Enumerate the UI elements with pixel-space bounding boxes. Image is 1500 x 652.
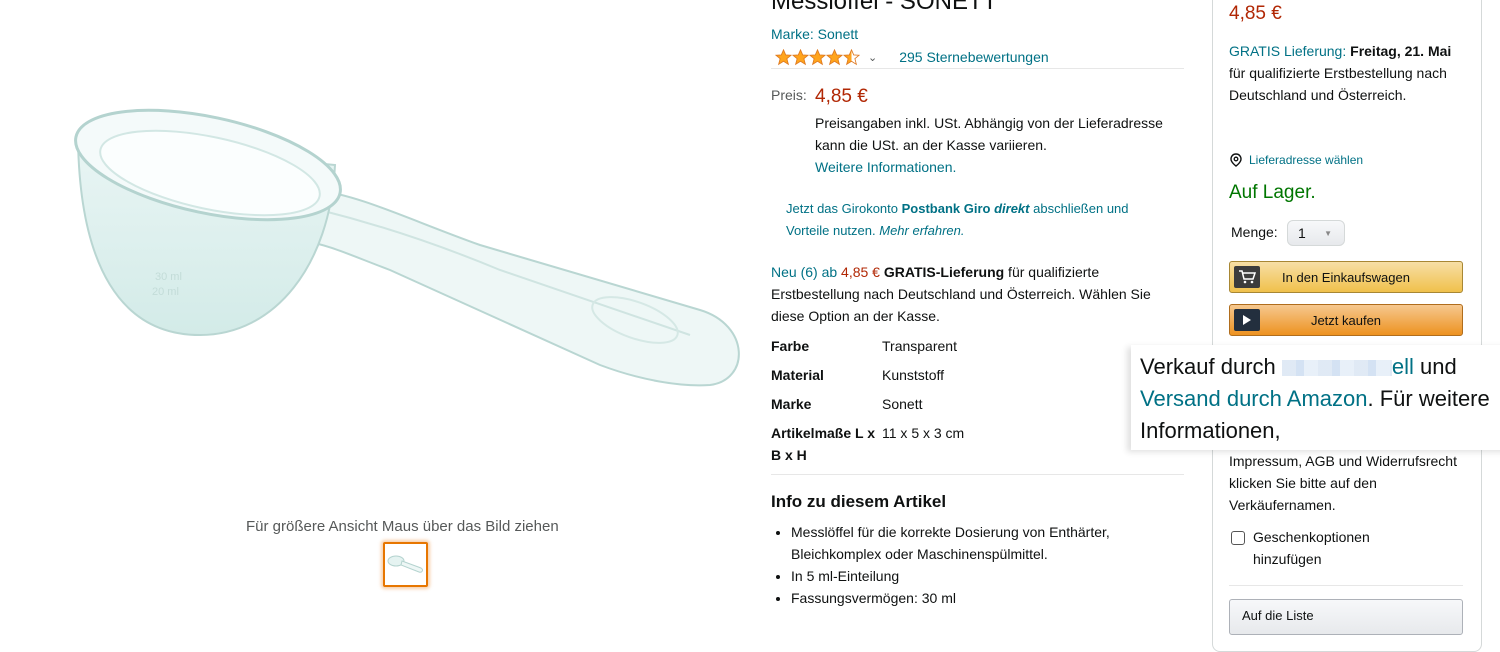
star-full-icon xyxy=(809,48,826,65)
table-row: Marke Sonett xyxy=(771,393,964,422)
attr-value: Transparent xyxy=(882,338,957,354)
brand-link[interactable]: Marke: Sonett xyxy=(771,26,858,42)
fulfilled-by-amazon-link[interactable]: Versand durch Amazon xyxy=(1140,386,1367,411)
tooltip-text: Verkauf durch xyxy=(1140,354,1282,379)
attr-value: Sonett xyxy=(882,396,923,412)
gift-option[interactable]: Geschenkoptionen hinzufügen xyxy=(1231,526,1413,570)
quantity-select[interactable]: 1 ▼ xyxy=(1287,220,1345,246)
promo-bold: Postbank Giro xyxy=(901,201,995,216)
price: 4,85 € xyxy=(815,86,868,107)
attr-value: Kunststoff xyxy=(882,367,945,383)
cart-icon xyxy=(1234,266,1260,288)
divider xyxy=(771,68,1184,69)
price-note: Preisangaben inkl. USt. Abhängig von der… xyxy=(815,112,1185,178)
price-label: Preis: xyxy=(771,87,807,103)
delivery-date: Freitag, 21. Mai xyxy=(1346,43,1452,59)
promo-link[interactable]: Mehr erfahren. xyxy=(879,223,964,238)
more-info-link[interactable]: Weitere Informationen. xyxy=(815,159,956,175)
list-item: In 5 ml-Einteilung xyxy=(791,565,1196,587)
postbank-promo: Jetzt das Girokonto Postbank Giro direkt… xyxy=(786,198,1171,242)
svg-text:30 ml: 30 ml xyxy=(155,271,182,283)
star-half-icon xyxy=(843,48,860,65)
price-note-text: Preisangaben inkl. USt. Abhängig von der… xyxy=(815,115,1163,153)
about-title: Info zu diesem Artikel xyxy=(771,492,947,511)
new-offers-link[interactable]: Neu (6) ab xyxy=(771,264,841,280)
star-full-icon xyxy=(826,48,843,65)
star-rating[interactable] xyxy=(775,48,860,66)
gift-checkbox[interactable] xyxy=(1231,531,1245,545)
buy-now-button[interactable]: Jetzt kaufen xyxy=(1229,304,1463,336)
tooltip-text-2: und xyxy=(1413,354,1457,379)
stock-status: Auf Lager. xyxy=(1229,182,1316,203)
attr-key: Farbe xyxy=(771,338,810,354)
free-delivery-label: GRATIS-Lieferung xyxy=(879,264,1005,280)
quantity-label: Menge: xyxy=(1231,224,1278,240)
chevron-down-icon: ▼ xyxy=(1324,229,1332,238)
promo-bold-italic: direkt xyxy=(994,201,1030,216)
divider xyxy=(771,474,1184,475)
buybox-price: 4,85 € xyxy=(1229,3,1282,24)
impressum-text: Impressum, AGB und Widerrufsrecht klicke… xyxy=(1229,453,1457,513)
delivery-text: für qualifizierte Erstbestellung nach De… xyxy=(1229,65,1447,103)
gift-label: Geschenkoptionen hinzufügen xyxy=(1253,529,1370,567)
location-link[interactable]: Lieferadresse wählen xyxy=(1229,153,1363,167)
attributes-table: Farbe Transparent Material Kunststoff Mark… xyxy=(771,335,964,466)
thumbnail-image[interactable] xyxy=(383,542,428,587)
quantity-value: 1 xyxy=(1298,225,1306,241)
product-image[interactable]: 30 ml 20 ml xyxy=(60,95,760,405)
star-full-icon xyxy=(792,48,809,65)
rating-count-link[interactable]: 295 Sternebewertungen xyxy=(899,49,1048,65)
list-item: Messlöffel für die korrekte Dosierung vo… xyxy=(791,521,1196,565)
zoom-hint: Für größere Ansicht Maus über das Bild z… xyxy=(246,518,559,535)
play-icon xyxy=(1234,309,1260,331)
location-pin-icon xyxy=(1230,153,1242,167)
buy-now-label: Jetzt kaufen xyxy=(1310,312,1382,328)
table-row: Material Kunststoff xyxy=(771,364,964,393)
attr-key: Artikelmaße L x B x H xyxy=(771,425,876,463)
attr-key: Material xyxy=(771,367,824,383)
seller-link[interactable]: ell xyxy=(1392,354,1414,379)
blurred-seller-name xyxy=(1281,360,1392,377)
feature-bullets: Messlöffel für die korrekte Dosierung vo… xyxy=(771,521,1196,609)
rating-row: ⌄ 295 Sternebewertungen xyxy=(775,47,1049,67)
offer-block: Neu (6) ab 4,85 € GRATIS-Lieferung für q… xyxy=(771,261,1176,327)
location-label: Lieferadresse wählen xyxy=(1249,153,1364,167)
star-full-icon xyxy=(775,48,792,65)
list-item: Fassungsvermögen: 30 ml xyxy=(791,587,1196,609)
attr-key: Marke xyxy=(771,396,812,412)
seller-tooltip-text: Verkauf durch ell und Versand durch Amaz… xyxy=(1140,351,1490,447)
divider xyxy=(1229,585,1463,586)
chevron-down-icon[interactable]: ⌄ xyxy=(868,51,877,64)
offer-price: 4,85 € xyxy=(841,264,880,280)
product-title: Messlöffel - SONETT xyxy=(771,0,998,15)
attr-value: 11 x 5 x 3 cm xyxy=(882,425,965,441)
svg-text:20 ml: 20 ml xyxy=(152,286,179,298)
table-row: Farbe Transparent xyxy=(771,335,964,364)
add-to-cart-button[interactable]: In den Einkaufswagen xyxy=(1229,261,1463,293)
free-delivery-link[interactable]: GRATIS Lieferung: xyxy=(1229,43,1346,59)
add-to-cart-label: In den Einkaufswagen xyxy=(1282,269,1410,285)
delivery-info: GRATIS Lieferung: Freitag, 21. Mai für q… xyxy=(1229,40,1469,106)
table-row: Artikelmaße L x B x H 11 x 5 x 3 cm xyxy=(771,422,964,466)
promo-text: Jetzt das Girokonto xyxy=(786,201,902,216)
